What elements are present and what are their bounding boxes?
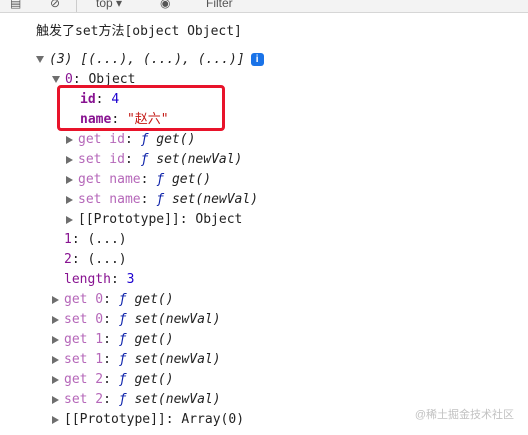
- accessor-label: get name: [78, 172, 141, 187]
- accessor-label: get 1: [64, 332, 104, 347]
- context-selector[interactable]: top ▾: [96, 0, 122, 10]
- function-symbol: ƒ: [156, 172, 165, 187]
- accessor-label: get 2: [64, 372, 104, 387]
- sidebar-toggle-icon[interactable]: ▤: [10, 0, 21, 10]
- accessor-func: get(): [134, 372, 174, 387]
- accessor-label: set id: [78, 152, 125, 167]
- accessor-func: set(newVal): [156, 152, 243, 167]
- function-symbol: ƒ: [118, 292, 127, 307]
- accessor-label: set name: [78, 192, 141, 207]
- item-1-row[interactable]: 1: (...): [64, 230, 127, 250]
- item-2-value: (...): [87, 252, 127, 267]
- eye-icon[interactable]: ◉: [160, 0, 170, 10]
- prototype-key: [[Prototype]]: [64, 412, 166, 427]
- filter-input[interactable]: Filter: [206, 0, 233, 10]
- accessor-label: get 0: [64, 292, 104, 307]
- array-accessor-get-0[interactable]: get 0: ƒ get(): [52, 290, 174, 310]
- function-symbol: ƒ: [118, 372, 127, 387]
- prototype-key: [[Prototype]]: [78, 212, 180, 227]
- accessor-label: set 1: [64, 352, 104, 367]
- watermark: @稀土掘金技术社区: [414, 409, 514, 421]
- array-accessor-get-1[interactable]: get 1: ƒ get(): [52, 330, 174, 350]
- expand-arrow-icon[interactable]: [52, 295, 59, 304]
- accessor-set-id[interactable]: set id: ƒ set(newVal): [66, 150, 242, 170]
- function-symbol: ƒ: [156, 192, 165, 207]
- expand-arrow-icon[interactable]: [66, 195, 73, 204]
- expand-arrow-icon[interactable]: [52, 375, 59, 384]
- array-preview: (3) [(...), (...), (...)]: [49, 52, 245, 67]
- context-label: top: [96, 0, 113, 10]
- devtools-toolbar: ▤ ⊘ top ▾ ◉ Filter: [0, 0, 528, 13]
- expand-arrow-icon[interactable]: [52, 355, 59, 364]
- array-prototype-row[interactable]: [[Prototype]]: Array(0): [52, 410, 244, 430]
- expand-arrow-icon[interactable]: [52, 415, 59, 424]
- function-symbol: ƒ: [118, 312, 127, 327]
- accessor-set-name[interactable]: set name: ƒ set(newVal): [66, 190, 258, 210]
- item-2-index: 2: [64, 252, 72, 267]
- accessor-func: set(newVal): [171, 192, 259, 207]
- accessor-get-name[interactable]: get name: ƒ get(): [66, 170, 211, 190]
- object-prototype-row[interactable]: [[Prototype]]: Object: [66, 210, 242, 230]
- array-accessor-set-1[interactable]: set 1: ƒ set(newVal): [52, 350, 221, 370]
- array-accessor-set-2[interactable]: set 2: ƒ set(newVal): [52, 390, 221, 410]
- accessor-func: get(): [134, 292, 174, 307]
- highlight-box: [57, 85, 225, 131]
- prototype-value: Object: [195, 212, 243, 227]
- accessor-func: get(): [156, 132, 196, 147]
- array-accessor-set-0[interactable]: set 0: ƒ set(newVal): [52, 310, 221, 330]
- length-row: length: 3: [64, 272, 135, 287]
- item-1-value: (...): [87, 232, 127, 247]
- length-key: length: [64, 272, 111, 287]
- item-1-index: 1: [64, 232, 72, 247]
- expand-arrow-icon[interactable]: [66, 155, 73, 164]
- length-value: 3: [126, 272, 135, 287]
- log-message: 触发了set方法[object Object]: [36, 24, 242, 39]
- expand-arrow-icon[interactable]: [36, 56, 44, 63]
- item-2-row[interactable]: 2: (...): [64, 250, 127, 270]
- expand-arrow-icon[interactable]: [52, 335, 59, 344]
- accessor-func: set(newVal): [134, 352, 221, 367]
- accessor-label: set 2: [64, 392, 104, 407]
- info-icon[interactable]: i: [250, 53, 264, 66]
- expand-arrow-icon[interactable]: [52, 315, 59, 324]
- function-symbol: ƒ: [118, 352, 127, 367]
- function-symbol: ƒ: [118, 392, 127, 407]
- prototype-value: Array(0): [181, 412, 245, 427]
- accessor-label: set 0: [64, 312, 104, 327]
- array-accessor-get-2[interactable]: get 2: ƒ get(): [52, 370, 174, 390]
- accessor-func: get(): [171, 172, 212, 187]
- accessor-get-id[interactable]: get id: ƒ get(): [66, 130, 195, 150]
- accessor-func: set(newVal): [134, 392, 221, 407]
- accessor-func: set(newVal): [134, 312, 221, 327]
- expand-arrow-icon[interactable]: [66, 135, 73, 144]
- clear-console-icon[interactable]: ⊘: [50, 0, 60, 10]
- toolbar-divider: [76, 0, 77, 12]
- array-expander[interactable]: (3) [(...), (...), (...)] i: [36, 50, 264, 70]
- expand-arrow-icon[interactable]: [52, 395, 59, 404]
- accessor-label: get id: [78, 132, 125, 147]
- accessor-func: get(): [134, 332, 174, 347]
- function-symbol: ƒ: [118, 332, 127, 347]
- expand-arrow-icon[interactable]: [66, 215, 73, 224]
- expand-arrow-icon[interactable]: [66, 175, 73, 184]
- expand-arrow-icon[interactable]: [52, 76, 60, 83]
